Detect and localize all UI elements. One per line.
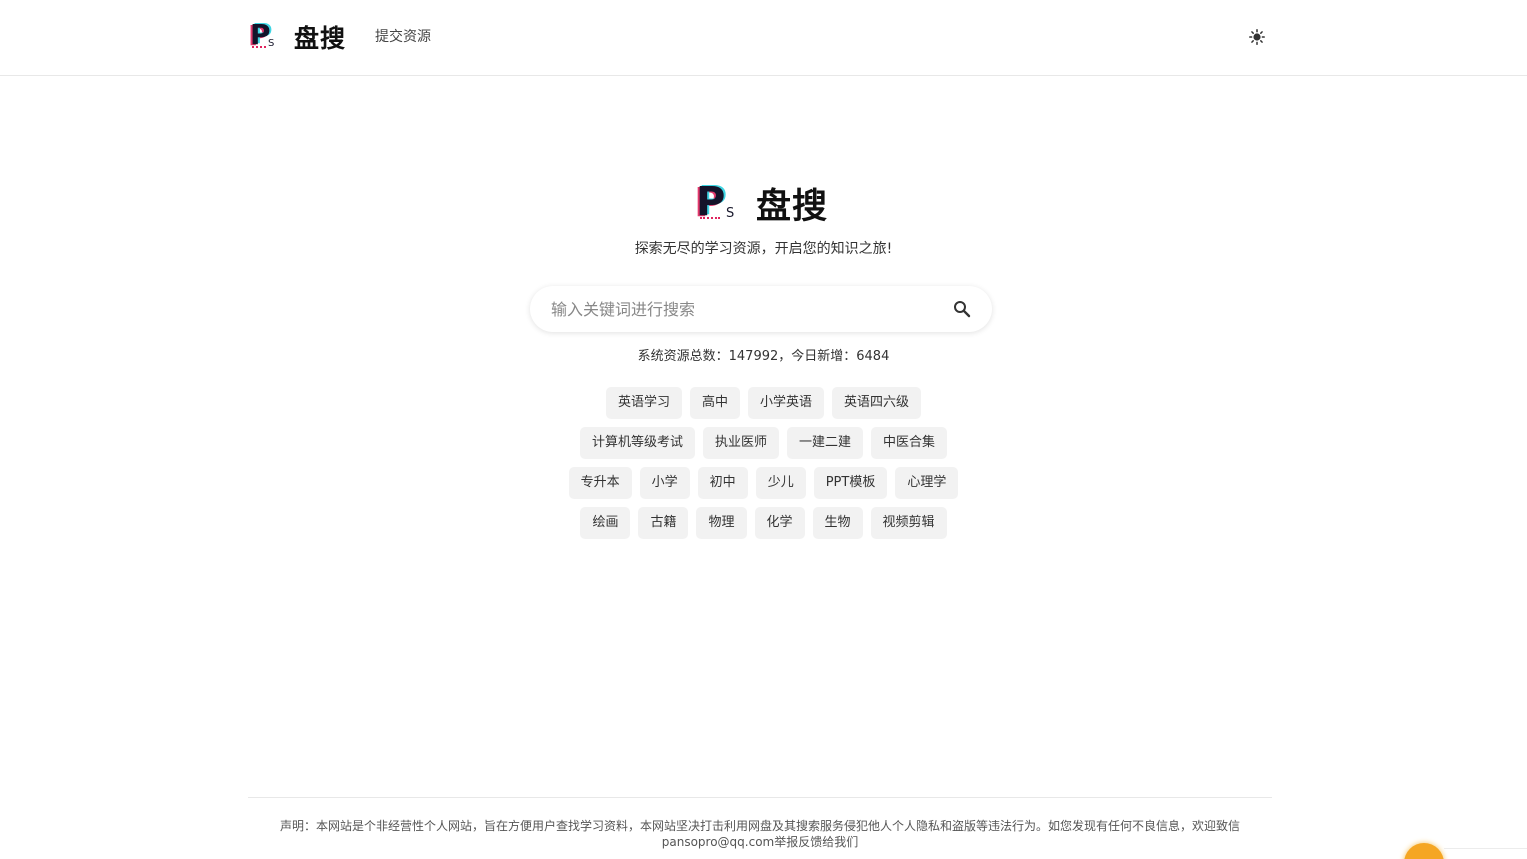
- site-logo-icon: P P P S: [248, 17, 275, 52]
- tag-item[interactable]: 高中: [689, 387, 740, 419]
- tag-item[interactable]: 计算机等级考试: [579, 427, 695, 459]
- brand-name: 盘搜: [294, 24, 347, 53]
- search-bar: [530, 286, 992, 332]
- hero-brand: P P P S 盘搜: [694, 178, 828, 229]
- tag-row: 英语学习 高中 小学英语 英语四六级: [0, 387, 1527, 419]
- resource-stats: 系统资源总数：147992，今日新增：6484: [637, 349, 890, 364]
- footer-divider: [248, 797, 1272, 798]
- tag-item[interactable]: 初中: [697, 467, 748, 499]
- tag-item[interactable]: 少儿: [755, 467, 806, 499]
- hero-title: 盘搜: [756, 187, 829, 227]
- floating-sun-icon[interactable]: [1404, 843, 1444, 859]
- hero-logo-icon: P P P S: [694, 177, 735, 226]
- tag-item[interactable]: 绘画: [580, 507, 631, 539]
- search-icon: [954, 301, 971, 318]
- theme-toggle-button[interactable]: [1247, 27, 1267, 47]
- tag-item[interactable]: 古籍: [638, 507, 689, 539]
- tag-item[interactable]: 视频剪辑: [870, 507, 947, 539]
- tag-item[interactable]: PPT模板: [813, 467, 888, 499]
- submit-resource-link[interactable]: 提交资源: [375, 26, 431, 46]
- hot-tags: 英语学习 高中 小学英语 英语四六级 计算机等级考试 执业医师 一建二建 中医合…: [0, 387, 1527, 547]
- tag-item[interactable]: 执业医师: [702, 427, 779, 459]
- tag-item[interactable]: 英语四六级: [832, 387, 922, 419]
- brand-home-link[interactable]: P P P S 盘搜: [248, 17, 347, 54]
- tag-row: 专升本 小学 初中 少儿 PPT模板 心理学: [0, 467, 1527, 499]
- tag-item[interactable]: 化学: [754, 507, 805, 539]
- search-input[interactable]: [551, 299, 931, 319]
- search-button[interactable]: [952, 299, 972, 319]
- footer-disclaimer: 声明：本网站是个非经营性个人网站，旨在方便用户查找学习资料，本网站坚决打击利用网…: [279, 819, 1240, 849]
- corner-divider: [1444, 848, 1527, 849]
- tag-item[interactable]: 生物: [812, 507, 863, 539]
- tag-item[interactable]: 小学: [639, 467, 690, 499]
- tag-item[interactable]: 英语学习: [605, 387, 682, 419]
- tag-row: 绘画 古籍 物理 化学 生物 视频剪辑: [0, 507, 1527, 539]
- tag-item[interactable]: 专升本: [568, 467, 632, 499]
- tag-item[interactable]: 物理: [696, 507, 747, 539]
- tag-item[interactable]: 中医合集: [871, 427, 948, 459]
- tag-row: 计算机等级考试 执业医师 一建二建 中医合集: [0, 427, 1527, 459]
- top-navbar: P P P S 盘搜 提交资源: [0, 0, 1527, 76]
- tag-item[interactable]: 小学英语: [748, 387, 825, 419]
- tag-item[interactable]: 一建二建: [787, 427, 864, 459]
- tagline: 探索无尽的学习资源，开启您的知识之旅!: [634, 241, 893, 257]
- sun-icon: [1249, 29, 1265, 45]
- tag-item[interactable]: 心理学: [895, 467, 959, 499]
